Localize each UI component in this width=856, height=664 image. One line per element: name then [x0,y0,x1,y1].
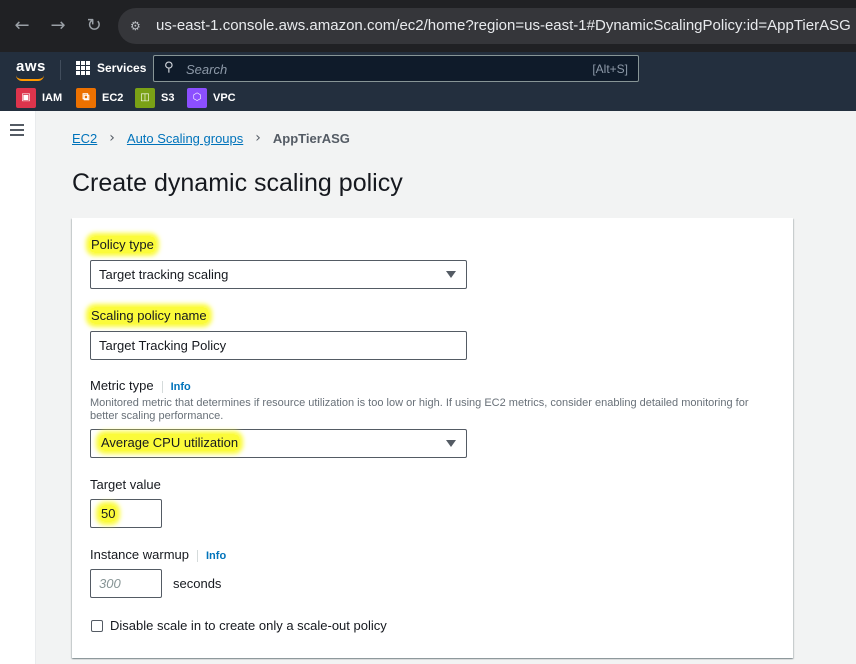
breadcrumb-current: AppTierASG [272,130,350,146]
s3-icon: ◫ [135,88,155,108]
address-bar[interactable]: ⚙ us-east-1.console.aws.amazon.com/ec2/h… [118,8,856,44]
caret-down-icon [446,440,456,447]
iam-icon: ▣ [16,88,36,108]
target-value-value: 50 [99,505,118,522]
nav-divider [60,60,61,80]
target-value-label: Target value [90,477,161,492]
favorite-label: VPC [213,92,236,104]
services-menu-button[interactable]: Services [97,61,146,75]
search-input[interactable]: ⚲ Search [Alt+S] [153,55,639,82]
browser-toolbar: ← → ↻ ⚙ us-east-1.console.aws.amazon.com… [0,0,856,52]
highlight: Average CPU utilization [99,434,241,451]
scaling-policy-name-value: Target Tracking Policy [99,338,227,353]
back-arrow-icon[interactable]: ← [10,14,34,38]
favorite-s3[interactable]: ◫ S3 [135,88,174,108]
page-title: Create dynamic scaling policy [72,169,403,197]
vpc-icon: ⬡ [187,88,207,108]
highlight: 50 [99,505,118,522]
aws-top-nav: aws Services ⚲ Search [Alt+S] ▣ IAM ⧉ EC… [0,52,856,111]
favorite-label: EC2 [102,92,124,104]
site-info-icon[interactable]: ⚙ [130,18,146,34]
hamburger-menu-icon[interactable] [10,124,24,136]
side-navigation-strip [0,111,36,664]
forward-arrow-icon[interactable]: → [46,14,70,38]
chevron-right-icon: › [255,130,261,146]
breadcrumb: EC2 › Auto Scaling groups › AppTierASG [72,130,350,146]
instance-warmup-label: Instance warmup Info [90,547,227,562]
favorite-ec2[interactable]: ⧉ EC2 [76,88,123,108]
metric-type-value: Average CPU utilization [99,434,241,451]
caret-down-icon [446,271,456,278]
highlight: Scaling policy name [89,307,209,324]
breadcrumb-ec2-link[interactable]: EC2 [72,131,97,146]
instance-warmup-label-text: Instance warmup [90,547,189,562]
metric-type-label: Metric type Info [90,378,191,393]
breadcrumb-auto-scaling-groups-link[interactable]: Auto Scaling groups [127,131,243,146]
search-placeholder: Search [186,62,228,77]
scaling-policy-name-label: Scaling policy name [89,307,209,324]
disable-scale-in-label[interactable]: Disable scale in to create only a scale-… [110,618,387,633]
instance-warmup-placeholder: 300 [99,576,121,591]
policy-type-value: Target tracking scaling [99,267,229,282]
policy-type-select[interactable]: Target tracking scaling [90,260,467,289]
metric-type-select[interactable]: Average CPU utilization [90,429,467,458]
ec2-icon: ⧉ [76,88,96,108]
aws-logo[interactable]: aws [16,58,46,75]
scaling-policy-name-input[interactable]: Target Tracking Policy [90,331,467,360]
chevron-right-icon: › [109,130,115,146]
reload-icon[interactable]: ↻ [82,14,106,38]
metric-type-description: Monitored metric that determines if reso… [90,397,749,422]
instance-warmup-info-link[interactable]: Info [197,550,227,562]
favorite-label: IAM [42,92,63,104]
favorite-iam[interactable]: ▣ IAM [16,88,62,108]
aws-logo-smile-icon [16,75,44,81]
instance-warmup-input[interactable]: 300 [90,569,162,598]
services-grid-icon[interactable] [76,61,90,75]
highlight: Policy type [89,236,156,253]
instance-warmup-unit: seconds [173,576,222,591]
url-text[interactable]: us-east-1.console.aws.amazon.com/ec2/hom… [156,17,851,34]
policy-type-label: Policy type [89,236,156,253]
search-shortcut-hint: [Alt+S] [592,62,628,76]
target-value-input[interactable]: 50 [90,499,162,528]
search-icon: ⚲ [164,60,174,75]
disable-scale-in-checkbox[interactable] [91,620,103,632]
favorite-label: S3 [161,92,175,104]
metric-type-info-link[interactable]: Info [161,381,191,393]
favorite-vpc[interactable]: ⬡ VPC [187,88,236,108]
metric-type-label-text: Metric type [90,378,154,393]
